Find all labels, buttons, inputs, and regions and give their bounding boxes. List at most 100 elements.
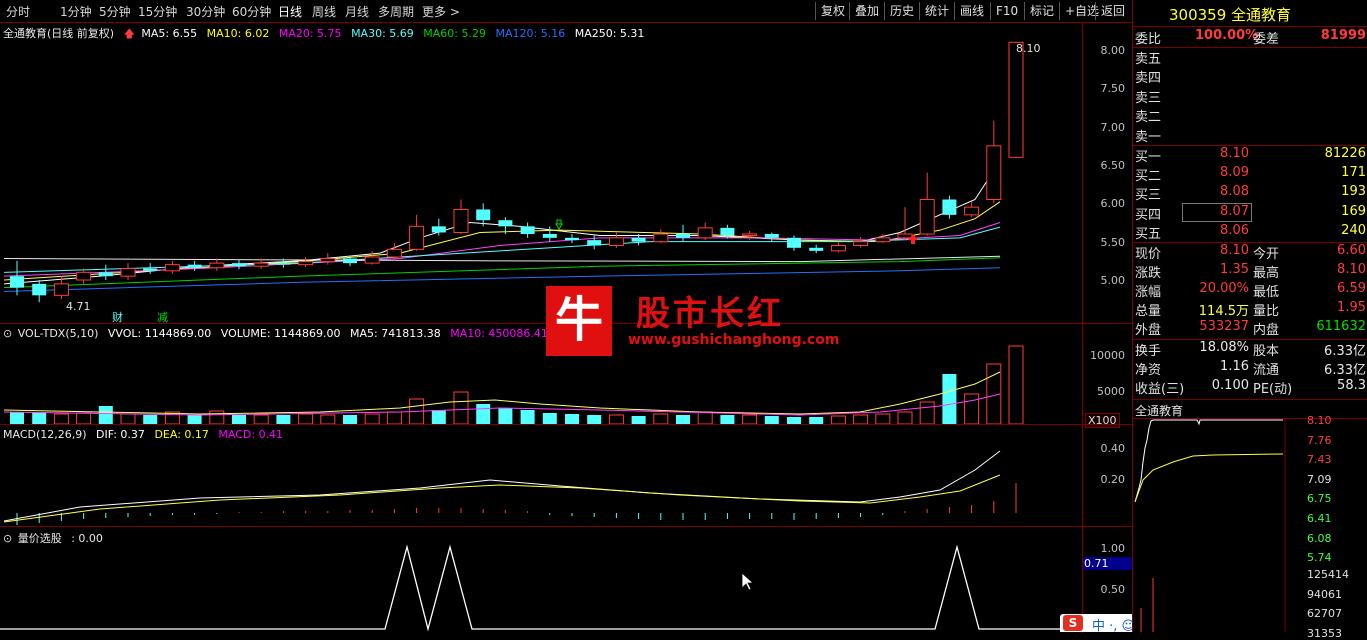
kline-panel[interactable]: 全通教育(日线 前复权) 🡅 MA5: 6.55 MA10: 6.02 MA20… bbox=[0, 22, 1082, 324]
order-label: 卖一 bbox=[1135, 129, 1162, 145]
volume-bar bbox=[542, 413, 557, 424]
high-price-label: 8.10 bbox=[1016, 42, 1041, 55]
volume-bar bbox=[764, 416, 779, 424]
mini-vol-tick: 62707 bbox=[1307, 607, 1342, 621]
finance-marker[interactable]: 财 bbox=[112, 310, 123, 324]
volume-panel[interactable]: ⊙ VOL-TDX(5,10) VVOL: 1144869.00 VOLUME:… bbox=[0, 323, 1082, 425]
order-price: 8.09 bbox=[1220, 165, 1249, 181]
price-tick: 6.50 bbox=[1100, 159, 1126, 172]
macd-panel[interactable]: MACD(12,26,9) DIF: 0.37 DEA: 0.17 MACD: … bbox=[0, 424, 1082, 527]
vol-tick: 5000 bbox=[1097, 385, 1125, 398]
candlestick bbox=[453, 208, 469, 233]
period-daily[interactable]: 日线 bbox=[278, 3, 302, 20]
candlestick bbox=[764, 234, 779, 238]
mini-vol-tick: 125414 bbox=[1307, 568, 1349, 581]
volume-bar bbox=[676, 415, 690, 424]
price-tick: 7.00 bbox=[1100, 121, 1126, 134]
period-toolbar: 分时 1分钟 5分钟 15分钟 30分钟 60分钟 日线 周线 月线 多周期 更… bbox=[0, 0, 1132, 23]
period-fenshi[interactable]: 分时 bbox=[6, 3, 30, 20]
order-volume: 81226 bbox=[1324, 146, 1366, 161]
watermark-url: www.gushichanghong.com bbox=[628, 332, 840, 348]
price-tick: 6.00 bbox=[1100, 197, 1126, 210]
xuangu-current-value: 0.71 bbox=[1083, 557, 1133, 570]
order-label: 买四 bbox=[1135, 207, 1162, 223]
candlestick bbox=[565, 237, 579, 241]
candlestick bbox=[120, 268, 136, 277]
macd-chart bbox=[3, 450, 1017, 525]
volume-bar bbox=[720, 415, 735, 424]
candlestick bbox=[98, 272, 113, 277]
draw-button[interactable]: 画线 bbox=[954, 2, 989, 20]
f10-button[interactable]: F10 bbox=[990, 2, 1023, 20]
mini-vol-tick: 94061 bbox=[1307, 587, 1342, 601]
candlestick bbox=[631, 237, 646, 242]
period-30min[interactable]: 30分钟 bbox=[186, 3, 225, 20]
mini-price-tick: 6.41 bbox=[1307, 512, 1332, 525]
period-1min[interactable]: 1分钟 bbox=[60, 3, 92, 20]
quote-finance-row: 收益(三) 0.100 PE(动) 58.3 bbox=[1135, 378, 1366, 397]
bid-row: 买二 8.09 171 bbox=[1133, 165, 1367, 184]
candlestick bbox=[897, 233, 913, 239]
candlestick bbox=[143, 268, 158, 271]
back-button[interactable]: 返回 bbox=[1095, 2, 1130, 20]
price-tick: 8.00 bbox=[1100, 44, 1126, 57]
period-monthly[interactable]: 月线 bbox=[345, 3, 369, 20]
order-label: 买二 bbox=[1135, 169, 1162, 185]
volume-bar bbox=[942, 374, 957, 424]
quote-panel: 300359 全通教育 委比 100.00% 委差 81999 卖五 卖四 卖三 卖二… bbox=[1132, 0, 1367, 640]
xuangu-tick: 0.50 bbox=[1100, 583, 1126, 596]
candlestick bbox=[187, 264, 202, 268]
candlestick bbox=[232, 263, 246, 267]
candlestick bbox=[10, 276, 24, 288]
candlestick bbox=[476, 209, 491, 221]
volume-bar bbox=[565, 414, 579, 424]
kline-chart: 8.10 4.71 财 减 bbox=[3, 41, 1041, 324]
candlestick bbox=[676, 234, 690, 238]
order-volume: 171 bbox=[1341, 165, 1366, 181]
candlestick bbox=[409, 225, 425, 250]
history-button[interactable]: 历史 bbox=[884, 2, 919, 20]
candlestick bbox=[587, 240, 602, 246]
volume-bar bbox=[343, 415, 357, 424]
xuangu-chart bbox=[0, 544, 1082, 632]
ime-logo-icon[interactable]: S bbox=[1063, 615, 1083, 631]
volume-bar bbox=[76, 412, 92, 425]
candlestick bbox=[520, 226, 535, 234]
period-5min[interactable]: 5分钟 bbox=[99, 3, 131, 20]
volume-bar bbox=[653, 413, 669, 425]
fuquan-button[interactable]: 复权 bbox=[815, 2, 850, 20]
volume-bar bbox=[631, 416, 646, 424]
price-tick: 5.00 bbox=[1100, 274, 1126, 287]
period-more[interactable]: 更多 > bbox=[422, 3, 460, 20]
volume-bar bbox=[10, 412, 24, 424]
quote-stat-row: 外盘 533237 内盘 611632 bbox=[1135, 319, 1366, 338]
mark-button[interactable]: 标记 bbox=[1024, 2, 1059, 20]
watermark-name: 股市长红 bbox=[636, 294, 784, 334]
mini-price-tick: 6.75 bbox=[1307, 492, 1332, 506]
stock-code-name: 300359 全通教育 bbox=[1169, 6, 1292, 24]
stats-button[interactable]: 统计 bbox=[919, 2, 954, 20]
quote-finance-row: 换手 18.08% 股本 6.33亿 bbox=[1135, 340, 1366, 359]
low-price-label: 4.71 bbox=[66, 300, 91, 313]
weibi-value: 100.00% bbox=[1195, 28, 1259, 43]
bid-row: 买三 8.08 193 bbox=[1133, 184, 1367, 203]
mini-vol-tick: 31353 bbox=[1307, 626, 1342, 640]
volume-bar bbox=[964, 393, 980, 425]
volume-bar bbox=[742, 414, 758, 425]
period-15min[interactable]: 15分钟 bbox=[138, 3, 177, 20]
period-60min[interactable]: 60分钟 bbox=[232, 3, 271, 20]
period-multi[interactable]: 多周期 bbox=[378, 3, 414, 20]
volume-bar bbox=[697, 411, 713, 425]
ask-row: 卖五 bbox=[1133, 48, 1367, 67]
mini-price-tick: 7.76 bbox=[1307, 433, 1332, 447]
period-weekly[interactable]: 周线 bbox=[312, 3, 336, 20]
candlestick bbox=[542, 234, 557, 238]
overlay-button[interactable]: 叠加 bbox=[849, 2, 884, 20]
volume-bar bbox=[608, 414, 624, 425]
xuangu-panel[interactable]: ⊙ 量价选股 : 0.00 bbox=[0, 526, 1082, 633]
quote-stat-row: 现价 8.10 今开 6.60 bbox=[1135, 243, 1366, 262]
volume-bar bbox=[875, 413, 891, 425]
candlestick bbox=[253, 262, 269, 267]
mini-price-tick: 6.08 bbox=[1307, 531, 1332, 545]
mini-chart-title: 全通教育 bbox=[1135, 404, 1184, 418]
